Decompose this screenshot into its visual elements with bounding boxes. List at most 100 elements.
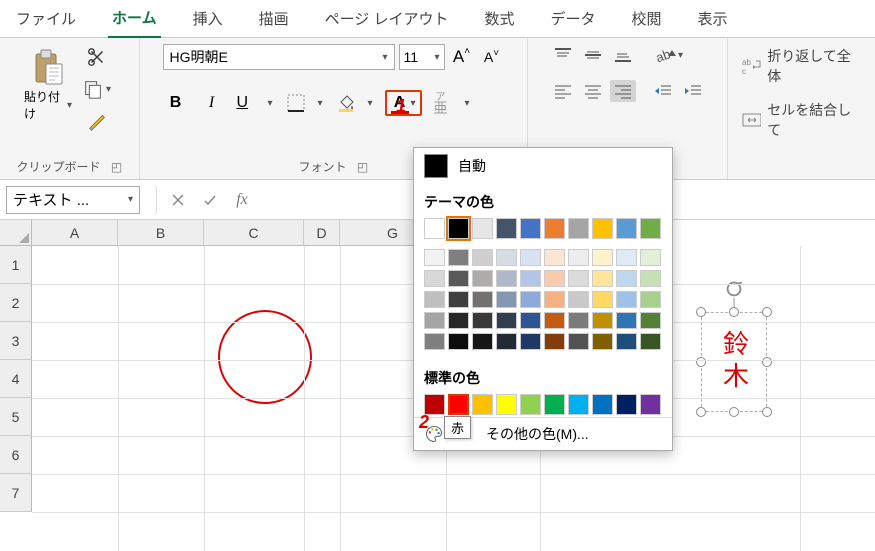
theme-color-swatch[interactable] [544, 218, 565, 239]
cancel-formula-button[interactable] [163, 186, 193, 214]
theme-shade-swatch[interactable] [448, 270, 469, 287]
align-center-button[interactable] [580, 80, 606, 102]
row-header-1[interactable]: 1 [0, 246, 32, 284]
theme-shade-swatch[interactable] [496, 249, 517, 266]
theme-color-swatch[interactable] [616, 218, 637, 239]
copy-button[interactable]: ▾ [78, 76, 115, 102]
cut-button[interactable] [78, 44, 115, 70]
theme-color-swatch[interactable] [496, 218, 517, 239]
theme-shade-swatch[interactable] [472, 333, 493, 350]
font-name-combo[interactable]: HG明朝E▾ [163, 44, 395, 70]
tab-home[interactable]: ホーム [108, 3, 161, 39]
theme-shade-swatch[interactable] [616, 249, 637, 266]
automatic-color-item[interactable]: 自動 [414, 148, 672, 184]
theme-shade-swatch[interactable] [424, 291, 445, 308]
column-header-D[interactable]: D [304, 220, 340, 246]
vertical-text-shape[interactable]: 鈴木 [701, 312, 767, 412]
tab-page-layout[interactable]: ページ レイアウト [321, 4, 453, 37]
resize-handle-s[interactable] [729, 407, 739, 417]
format-painter-button[interactable] [78, 108, 115, 134]
resize-handle-n[interactable] [729, 307, 739, 317]
theme-shade-swatch[interactable] [592, 291, 613, 308]
theme-shade-swatch[interactable] [472, 312, 493, 329]
theme-shade-swatch[interactable] [520, 291, 541, 308]
theme-shade-swatch[interactable] [568, 333, 589, 350]
align-right-button[interactable] [610, 80, 636, 102]
theme-shade-swatch[interactable] [640, 312, 661, 329]
standard-color-swatch[interactable] [592, 394, 613, 415]
theme-shade-swatch[interactable] [616, 312, 637, 329]
resize-handle-sw[interactable] [696, 407, 706, 417]
standard-color-swatch[interactable] [544, 394, 565, 415]
theme-color-swatch[interactable] [520, 218, 541, 239]
row-header-3[interactable]: 3 [0, 322, 32, 360]
theme-shade-swatch[interactable] [424, 333, 445, 350]
font-dialog-launcher[interactable]: ◰ [357, 161, 369, 173]
theme-shade-swatch[interactable] [640, 249, 661, 266]
more-colors-item[interactable]: 赤 その他の色(M)... [414, 417, 672, 450]
standard-color-swatch[interactable] [448, 394, 469, 415]
theme-shade-swatch[interactable] [424, 270, 445, 287]
standard-color-swatch[interactable] [568, 394, 589, 415]
theme-shade-swatch[interactable] [448, 291, 469, 308]
theme-shade-swatch[interactable] [616, 270, 637, 287]
row-header-4[interactable]: 4 [0, 360, 32, 398]
row-header-6[interactable]: 6 [0, 436, 32, 474]
theme-shade-swatch[interactable] [640, 333, 661, 350]
theme-shade-swatch[interactable] [544, 291, 565, 308]
rotate-handle[interactable] [723, 278, 745, 305]
resize-handle-nw[interactable] [696, 307, 706, 317]
theme-shade-swatch[interactable] [592, 333, 613, 350]
theme-shade-swatch[interactable] [496, 270, 517, 287]
column-header-A[interactable]: A [32, 220, 118, 246]
theme-color-swatch[interactable] [592, 218, 613, 239]
merge-center-button[interactable]: セルを結合して [738, 98, 865, 142]
decrease-indent-button[interactable] [650, 80, 676, 102]
theme-shade-swatch[interactable] [520, 249, 541, 266]
theme-shade-swatch[interactable] [448, 333, 469, 350]
theme-shade-swatch[interactable] [472, 249, 493, 266]
theme-shade-swatch[interactable] [616, 333, 637, 350]
align-bottom-button[interactable] [610, 44, 636, 66]
column-header-B[interactable]: B [118, 220, 204, 246]
theme-shade-swatch[interactable] [448, 312, 469, 329]
border-button[interactable]: ▾ [285, 90, 325, 116]
theme-shade-swatch[interactable] [520, 270, 541, 287]
wrap-text-button[interactable]: abc折り返して全体 [738, 44, 865, 88]
theme-shade-swatch[interactable] [616, 291, 637, 308]
theme-shade-swatch[interactable] [496, 333, 517, 350]
row-header-2[interactable]: 2 [0, 284, 32, 322]
fill-color-button[interactable]: ▾ [335, 90, 375, 116]
theme-color-swatch[interactable] [448, 218, 469, 239]
orientation-button[interactable]: ab▾ [650, 44, 690, 66]
row-header-7[interactable]: 7 [0, 474, 32, 512]
red-circle-shape[interactable] [218, 310, 312, 404]
theme-shade-swatch[interactable] [544, 312, 565, 329]
theme-shade-swatch[interactable] [472, 270, 493, 287]
tab-review[interactable]: 校閲 [628, 4, 666, 37]
bold-button[interactable]: B [163, 90, 189, 116]
clipboard-dialog-launcher[interactable]: ◰ [111, 161, 123, 173]
tab-data[interactable]: データ [547, 4, 600, 37]
accept-formula-button[interactable] [195, 186, 225, 214]
theme-color-swatch[interactable] [472, 218, 493, 239]
theme-color-swatch[interactable] [424, 218, 445, 239]
theme-shade-swatch[interactable] [592, 312, 613, 329]
theme-shade-swatch[interactable] [592, 249, 613, 266]
theme-shade-swatch[interactable] [544, 333, 565, 350]
shrink-font-button[interactable]: A˅ [479, 44, 505, 70]
tab-formulas[interactable]: 数式 [480, 4, 518, 37]
theme-shade-swatch[interactable] [520, 312, 541, 329]
theme-shade-swatch[interactable] [592, 270, 613, 287]
underline-button[interactable]: U▾ [235, 90, 275, 116]
grow-font-button[interactable]: A˄ [449, 44, 475, 70]
standard-color-swatch[interactable] [520, 394, 541, 415]
theme-shade-swatch[interactable] [640, 270, 661, 287]
select-all-corner[interactable] [0, 220, 32, 246]
font-size-combo[interactable]: 11▾ [399, 44, 445, 70]
tab-view[interactable]: 表示 [694, 4, 732, 37]
increase-indent-button[interactable] [680, 80, 706, 102]
theme-shade-swatch[interactable] [568, 291, 589, 308]
theme-shade-swatch[interactable] [544, 270, 565, 287]
resize-handle-e[interactable] [762, 357, 772, 367]
